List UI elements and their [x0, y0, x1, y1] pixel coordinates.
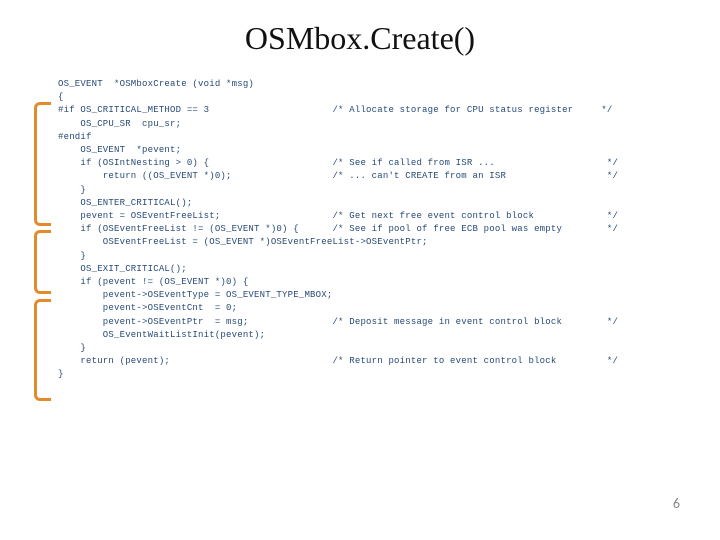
- code-line: if (pevent != (OS_EVENT *)0) {: [58, 276, 692, 289]
- code-line: pevent->OSEventType = OS_EVENT_TYPE_MBOX…: [58, 289, 692, 302]
- code-line: OSEventFreeList = (OS_EVENT *)OSEventFre…: [58, 236, 692, 249]
- bracket-annotation: [34, 102, 51, 226]
- code-line: OS_EVENT *pevent;: [58, 144, 692, 157]
- code-line: }: [58, 250, 692, 263]
- code-line: OS_EVENT *OSMboxCreate (void *msg): [58, 78, 692, 91]
- code-line: OS_CPU_SR cpu_sr;: [58, 118, 692, 131]
- code-line: OS_EventWaitListInit(pevent);: [58, 329, 692, 342]
- bracket-annotation: [34, 299, 51, 401]
- code-line: }: [58, 342, 692, 355]
- code-line: {: [58, 91, 692, 104]
- page-number: 6: [673, 495, 680, 512]
- code-line: if (OSEventFreeList != (OS_EVENT *)0) { …: [58, 223, 692, 236]
- code-line: pevent->OSEventCnt = 0;: [58, 302, 692, 315]
- code-line: }: [58, 368, 692, 381]
- code-block: OS_EVENT *OSMboxCreate (void *msg){#if O…: [58, 78, 692, 382]
- code-line: return ((OS_EVENT *)0); /* ... can't CRE…: [58, 170, 692, 183]
- code-line: OS_EXIT_CRITICAL();: [58, 263, 692, 276]
- code-line: OS_ENTER_CRITICAL();: [58, 197, 692, 210]
- code-line: #endif: [58, 131, 692, 144]
- code-line: pevent->OSEventPtr = msg; /* Deposit mes…: [58, 316, 692, 329]
- code-line: #if OS_CRITICAL_METHOD == 3 /* Allocate …: [58, 104, 692, 117]
- bracket-annotation: [34, 230, 51, 294]
- code-line: if (OSIntNesting > 0) { /* See if called…: [58, 157, 692, 170]
- slide-title: OSMbox.Create(): [0, 20, 720, 57]
- code-line: }: [58, 184, 692, 197]
- code-line: return (pevent); /* Return pointer to ev…: [58, 355, 692, 368]
- code-line: pevent = OSEventFreeList; /* Get next fr…: [58, 210, 692, 223]
